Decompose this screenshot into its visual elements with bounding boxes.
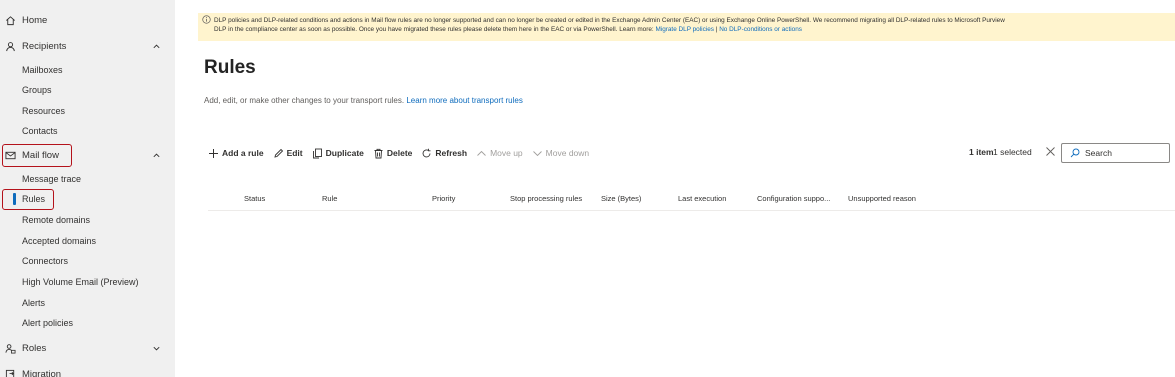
migrate-dlp-policies-link[interactable]: Migrate DLP policies <box>655 26 714 33</box>
no-dlp-conditions-link[interactable]: No DLP-conditions or actions <box>719 26 802 33</box>
sidebar-item-alert-policies[interactable]: Alert policies <box>0 314 175 332</box>
column-header-rule[interactable]: Rule <box>322 194 337 203</box>
item-count: 1 item <box>969 147 994 157</box>
person-icon <box>4 40 16 52</box>
sidebar-item-label: Groups <box>22 85 52 95</box>
migration-icon <box>4 368 16 377</box>
sidebar-item-recipients[interactable]: Recipients <box>0 36 175 56</box>
search-input[interactable] <box>1085 147 1165 159</box>
sidebar-item-label: Accepted domains <box>22 236 97 246</box>
sidebar-nav: Home Recipients Mailboxes Groups Resourc… <box>0 0 175 377</box>
sidebar-item-label: Roles <box>22 342 47 354</box>
sidebar-item-label: Resources <box>22 106 66 116</box>
sidebar-item-label: Alerts <box>22 298 46 308</box>
sidebar-item-label: Remote domains <box>22 215 91 225</box>
chevron-down-icon <box>532 150 542 156</box>
chevron-up-icon <box>477 150 486 156</box>
sidebar-item-migration[interactable]: Migration <box>0 364 175 377</box>
roles-icon <box>4 342 16 354</box>
chevron-up-icon[interactable] <box>151 150 161 160</box>
page-title: Rules <box>204 57 256 78</box>
trash-icon <box>374 148 383 158</box>
chevron-down-icon[interactable] <box>151 343 161 353</box>
chevron-up-icon[interactable] <box>151 41 161 51</box>
sidebar-item-label: Connectors <box>22 256 69 266</box>
column-header-stop-processing[interactable]: Stop processing rules <box>510 194 582 203</box>
banner-text-line2: DLP in the compliance center as soon as … <box>214 25 802 34</box>
sidebar-item-high-volume-email[interactable]: High Volume Email (Preview) <box>0 273 175 291</box>
sidebar-item-remote-domains[interactable]: Remote domains <box>0 211 175 229</box>
command-bar: Add a rule Edit Duplicate Delete Refresh… <box>208 146 598 160</box>
dlp-warning-banner: DLP policies and DLP-related conditions … <box>198 13 1175 41</box>
sidebar-item-label: Mail flow <box>22 149 59 161</box>
pencil-icon <box>273 148 283 158</box>
sidebar-item-label: Mailboxes <box>22 65 63 75</box>
sidebar-item-alerts[interactable]: Alerts <box>0 294 175 312</box>
sidebar-item-label: Recipients <box>22 40 67 52</box>
clear-selection-icon[interactable] <box>1045 146 1056 157</box>
move-up-button[interactable]: Move up <box>476 148 523 159</box>
button-label: Move up <box>490 148 523 158</box>
button-label: Refresh <box>435 148 468 158</box>
refresh-icon <box>422 148 431 157</box>
column-header-last-execution[interactable]: Last execution <box>678 194 726 203</box>
mail-icon <box>4 149 16 161</box>
refresh-button[interactable]: Refresh <box>421 148 467 159</box>
delete-button[interactable]: Delete <box>373 148 413 159</box>
add-icon <box>209 148 218 158</box>
add-rule-button[interactable]: Add a rule <box>208 148 264 159</box>
home-icon <box>4 14 16 26</box>
sidebar-item-mail-flow[interactable]: Mail flow <box>0 145 175 165</box>
table-header-divider <box>208 210 1175 211</box>
sidebar-item-label: Home <box>22 14 48 26</box>
column-header-status[interactable]: Status <box>244 194 265 203</box>
sidebar-item-label: Alert policies <box>22 318 74 328</box>
banner-separator: | <box>715 26 718 33</box>
sidebar-item-roles[interactable]: Roles <box>0 338 175 358</box>
button-label: Duplicate <box>325 148 364 158</box>
copy-icon <box>312 148 322 158</box>
search-box[interactable] <box>1061 143 1170 163</box>
sidebar-item-label: Migration <box>22 368 62 377</box>
button-label: Delete <box>386 148 413 158</box>
sidebar-item-mailboxes[interactable]: Mailboxes <box>0 61 175 79</box>
banner-text: DLP in the compliance center as soon as … <box>214 26 654 33</box>
selected-count: 1 selected <box>993 147 1032 157</box>
sidebar-item-resources[interactable]: Resources <box>0 102 175 120</box>
edit-button[interactable]: Edit <box>273 148 303 159</box>
button-label: Add a rule <box>222 148 264 158</box>
button-label: Move down <box>545 148 590 158</box>
sidebar-item-contacts[interactable]: Contacts <box>0 122 175 140</box>
page-description: Add, edit, or make other changes to your… <box>204 96 523 105</box>
button-label: Edit <box>286 148 303 158</box>
search-icon <box>1070 148 1080 158</box>
banner-text: DLP policies and DLP-related conditions … <box>214 17 1005 24</box>
sidebar-item-label: Contacts <box>22 126 58 136</box>
info-icon <box>202 15 211 24</box>
sidebar-item-message-trace[interactable]: Message trace <box>0 170 175 188</box>
sidebar-item-rules[interactable]: Rules <box>0 190 175 208</box>
sidebar-item-label: High Volume Email (Preview) <box>22 277 139 287</box>
column-header-size[interactable]: Size (Bytes) <box>601 194 641 203</box>
learn-more-link[interactable]: Learn more about transport rules <box>406 96 523 105</box>
sidebar-item-connectors[interactable]: Connectors <box>0 252 175 270</box>
column-header-configuration-support[interactable]: Configuration suppo... <box>757 194 830 203</box>
duplicate-button[interactable]: Duplicate <box>312 148 364 159</box>
column-header-priority[interactable]: Priority <box>432 194 455 203</box>
sidebar-item-groups[interactable]: Groups <box>0 81 175 99</box>
selected-indicator <box>13 193 16 205</box>
description-text: Add, edit, or make other changes to your… <box>204 96 405 105</box>
sidebar-item-label: Rules <box>22 194 46 204</box>
sidebar-item-home[interactable]: Home <box>0 10 175 30</box>
move-down-button[interactable]: Move down <box>532 148 589 159</box>
column-header-unsupported-reason[interactable]: Unsupported reason <box>848 194 916 203</box>
sidebar-item-label: Message trace <box>22 174 82 184</box>
sidebar-item-accepted-domains[interactable]: Accepted domains <box>0 232 175 250</box>
